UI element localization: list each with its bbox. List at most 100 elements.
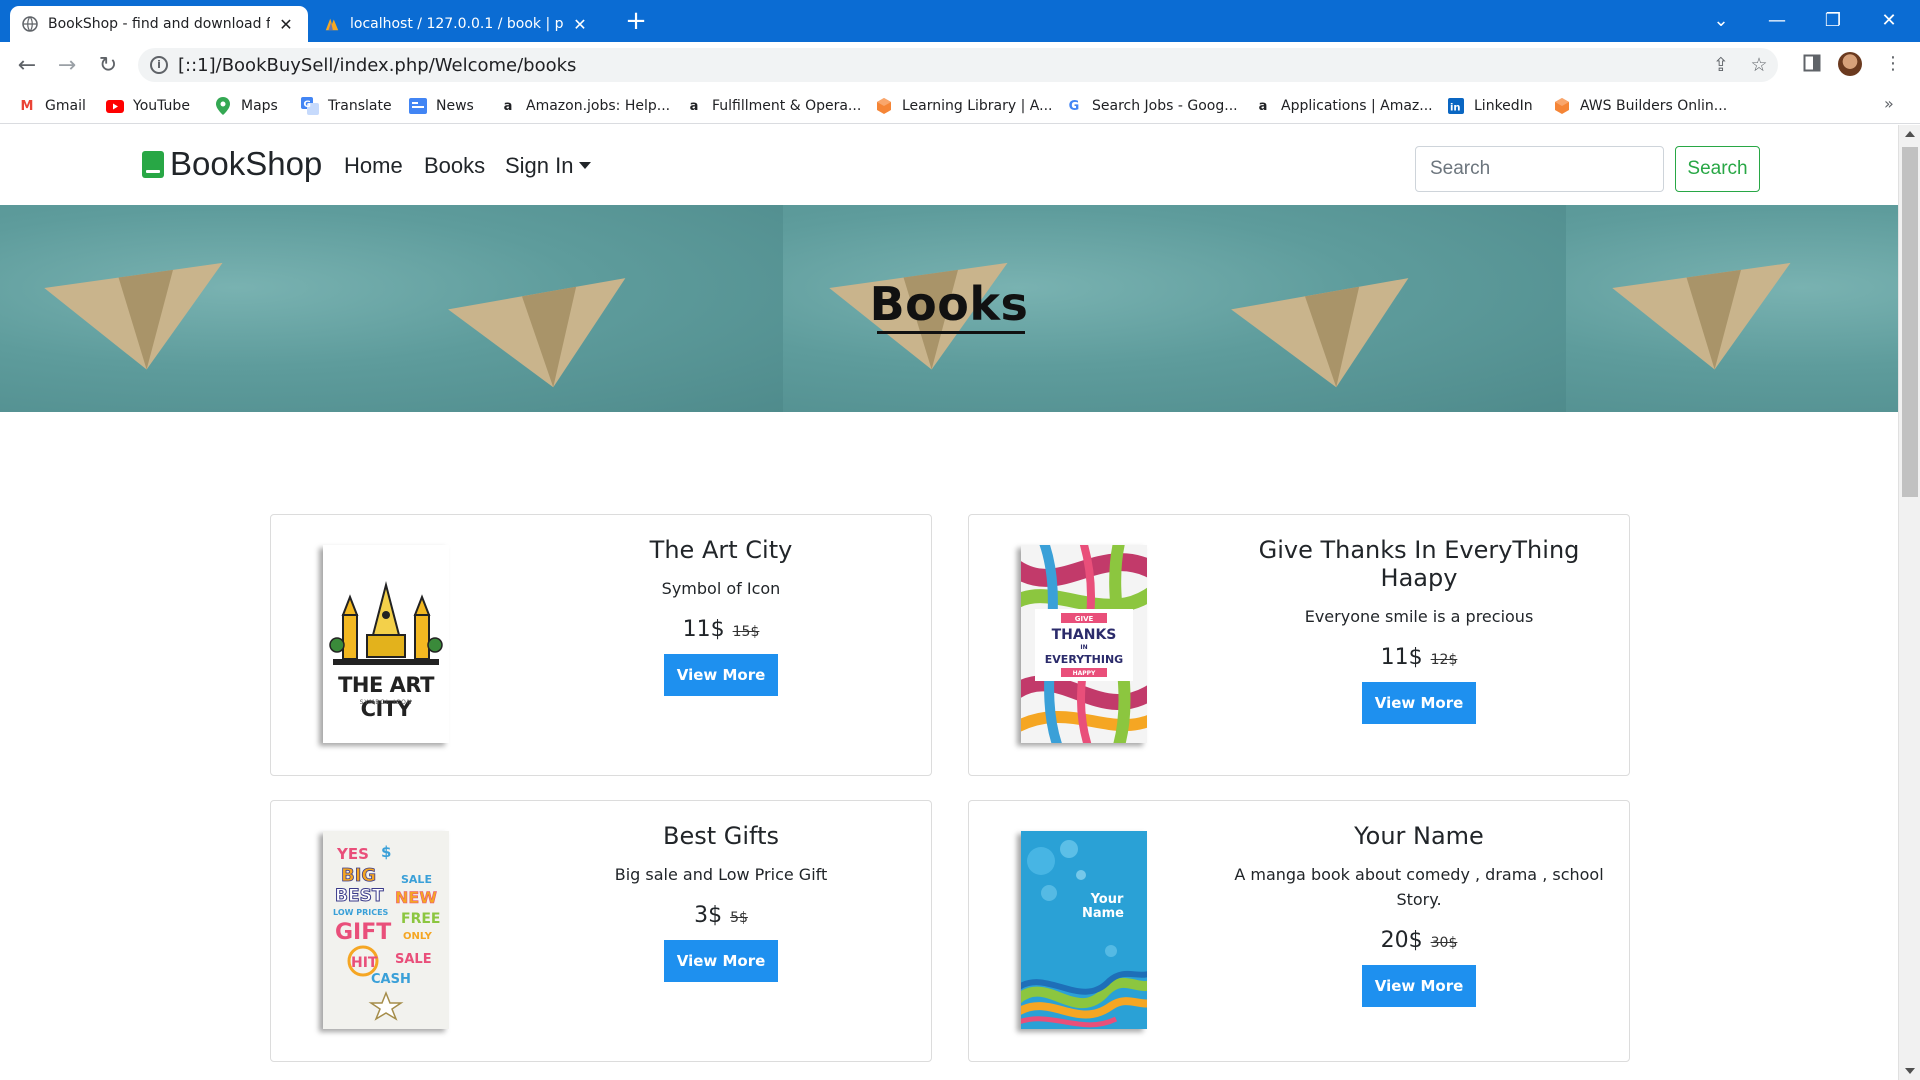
svg-text:YES: YES (336, 845, 369, 863)
close-tab-icon[interactable]: ✕ (276, 14, 296, 34)
bookmark-news[interactable]: News (409, 96, 474, 116)
book-card: YES $ BIG SALE BEST NEW LOW PRICES FREE … (270, 800, 932, 1062)
minimize-button[interactable]: — (1749, 0, 1805, 40)
scroll-up-arrow-icon[interactable] (1905, 131, 1915, 137)
bookmark-label: YouTube (133, 98, 190, 114)
book-info: Give Thanks In EveryThing Haapy Everyone… (1219, 515, 1619, 724)
cover-subtitle: SYMBOL ICON (359, 699, 413, 706)
bookmark-learning-library[interactable]: Learning Library | A... (875, 96, 1052, 116)
caret-down-icon (578, 162, 591, 169)
close-window-button[interactable]: ✕ (1861, 0, 1917, 40)
svg-text:GIFT: GIFT (335, 920, 391, 945)
bookmark-translate[interactable]: G Translate (301, 96, 392, 116)
reload-icon[interactable]: ↻ (93, 50, 123, 80)
amazon-icon: a (689, 98, 699, 114)
book-cover-image[interactable]: Your Name (1021, 831, 1147, 1029)
book-cover-image[interactable]: YES $ BIG SALE BEST NEW LOW PRICES FREE … (323, 831, 449, 1029)
bookmark-label: Fulfillment & Opera... (712, 98, 862, 114)
bookmark-applications[interactable]: a Applications | Amaz... (1254, 96, 1433, 116)
book-title: Give Thanks In EveryThing Haapy (1258, 536, 1580, 592)
view-more-button[interactable]: View More (664, 940, 778, 982)
bookmark-label: Search Jobs - Goog... (1092, 98, 1238, 114)
side-panel-icon[interactable] (1799, 50, 1825, 76)
svg-text:CASH: CASH (371, 972, 411, 987)
page-viewport: BookShop Home Books Sign In Search Books (0, 125, 1898, 1080)
brand-link[interactable]: BookShop (142, 145, 322, 183)
book-icon (142, 150, 164, 178)
scroll-down-arrow-icon[interactable] (1905, 1068, 1915, 1074)
url-text[interactable]: [::1]/BookBuySell/index.php/Welcome/book… (178, 55, 576, 76)
old-price: 12$ (1430, 652, 1458, 668)
book-info: Your Name A manga book about comedy , dr… (1219, 801, 1619, 1007)
tab-search-chevron-icon[interactable]: ⌄ (1693, 0, 1749, 40)
bookmark-label: LinkedIn (1474, 98, 1533, 114)
profile-avatar[interactable] (1838, 52, 1862, 76)
svg-text:IN: IN (1080, 644, 1087, 651)
bookmark-star-icon[interactable]: ☆ (1748, 54, 1770, 76)
aws-icon (875, 97, 893, 115)
scrollbar-thumb[interactable] (1902, 147, 1918, 497)
address-bar[interactable]: i [::1]/BookBuySell/index.php/Welcome/bo… (138, 48, 1778, 82)
youtube-icon (106, 97, 124, 115)
search-input[interactable] (1415, 146, 1664, 192)
book-price: 11$ 15$ (521, 617, 921, 642)
site-info-icon[interactable]: i (150, 56, 168, 74)
nav-books[interactable]: Books (424, 153, 485, 179)
phpmyadmin-icon (324, 16, 340, 32)
bookmark-search-jobs[interactable]: G Search Jobs - Goog... (1065, 96, 1238, 116)
book-cover-image[interactable]: GIVE THANKS IN EVERYTHING HAPPY (1021, 545, 1147, 743)
restore-button[interactable]: ❐ (1805, 0, 1861, 40)
view-more-button[interactable]: View More (1362, 682, 1476, 724)
search-button[interactable]: Search (1675, 146, 1760, 192)
bookmark-gmail[interactable]: M Gmail (18, 96, 86, 116)
bookmark-maps[interactable]: Maps (214, 96, 278, 116)
tab-strip: BookShop - find and download f ✕ localho… (0, 0, 1920, 42)
book-cover-image[interactable]: THE ART CITY SYMBOL ICON (323, 545, 449, 743)
bookmark-amazon-jobs[interactable]: a Amazon.jobs: Help... (499, 96, 671, 116)
kebab-menu-icon[interactable]: ⋮ (1880, 50, 1906, 76)
book-card: Your Name Your Name A manga book about c… (968, 800, 1630, 1062)
svg-text:LOW PRICES: LOW PRICES (333, 908, 389, 917)
nav-home[interactable]: Home (344, 153, 403, 179)
book-description: Everyone smile is a precious (1304, 607, 1534, 626)
cover-title: THE ART CITY (338, 673, 434, 721)
svg-text:Name: Name (1082, 906, 1124, 921)
book-price: 11$ 12$ (1219, 645, 1619, 670)
book-description: Symbol of Icon (661, 579, 781, 598)
svg-text:FREE: FREE (401, 911, 440, 927)
bookmark-label: News (436, 98, 474, 114)
bookmarks-overflow-icon[interactable]: » (1884, 94, 1894, 113)
bookmark-label: Learning Library | A... (902, 98, 1053, 114)
bookmarks-bar: M Gmail YouTube Maps G Translate News a Ama… (0, 88, 1920, 124)
page-scrollbar[interactable] (1898, 125, 1920, 1080)
amazon-icon: a (1258, 98, 1268, 114)
forward-arrow-icon[interactable]: → (52, 50, 82, 80)
amazon-icon: a (503, 98, 513, 114)
back-arrow-icon[interactable]: ← (12, 50, 42, 80)
linkedin-icon: in (1447, 97, 1465, 115)
view-more-button[interactable]: View More (664, 654, 778, 696)
svg-text:BEST: BEST (335, 886, 384, 906)
new-tab-button[interactable]: + (622, 8, 650, 36)
tab-phpmyadmin[interactable]: localhost / 127.0.0.1 / book | php ✕ (312, 6, 602, 42)
bookmark-fulfillment[interactable]: a Fulfillment & Opera... (685, 96, 862, 116)
old-price: 5$ (730, 910, 748, 926)
tab-bookshop[interactable]: BookShop - find and download f ✕ (10, 6, 308, 42)
bookmark-label: AWS Builders Onlin... (1580, 98, 1728, 114)
hero-banner: Books (0, 205, 1898, 412)
book-description: A manga book about comedy , drama , scho… (1234, 865, 1604, 909)
bookmark-youtube[interactable]: YouTube (106, 96, 190, 116)
svg-text:GIVE: GIVE (1075, 615, 1094, 623)
nav-signin-dropdown[interactable]: Sign In (505, 153, 591, 179)
share-icon[interactable]: ⇪ (1710, 54, 1732, 76)
bookmark-label: Amazon.jobs: Help... (526, 98, 671, 114)
svg-text:EVERYTHING: EVERYTHING (1045, 653, 1123, 666)
view-more-button[interactable]: View More (1362, 965, 1476, 1007)
translate-icon: G (301, 97, 319, 115)
current-price: 20$ (1380, 928, 1423, 953)
svg-text:THANKS: THANKS (1052, 627, 1117, 643)
close-tab-icon[interactable]: ✕ (570, 14, 590, 34)
bookmark-linkedin[interactable]: in LinkedIn (1447, 96, 1533, 116)
bookmark-aws-builders[interactable]: AWS Builders Onlin... (1553, 96, 1727, 116)
browser-toolbar: ← → ↻ i [::1]/BookBuySell/index.php/Welc… (0, 42, 1920, 88)
